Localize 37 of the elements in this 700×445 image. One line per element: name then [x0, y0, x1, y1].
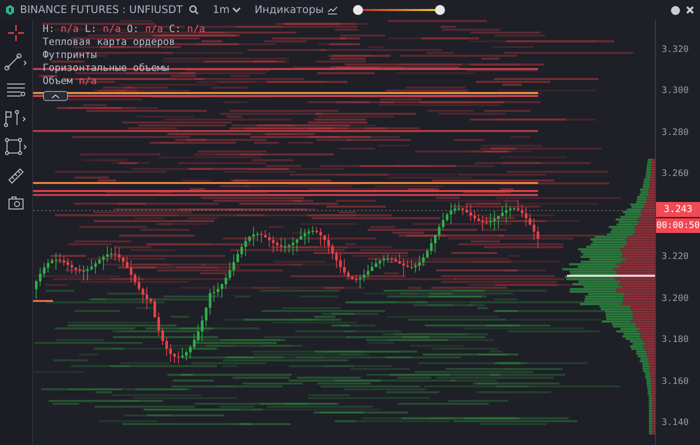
- price-tick: 3.220: [662, 252, 689, 262]
- caret-up-icon: [50, 94, 60, 98]
- indicators-button[interactable]: Индикаторы: [254, 4, 338, 16]
- timeframe-dropdown[interactable]: 1m: [212, 4, 241, 16]
- collapse-button[interactable]: [42, 91, 68, 101]
- current-price-label: 3.243: [656, 202, 700, 217]
- candle-countdown: 00:00:50: [656, 218, 700, 233]
- camera-icon[interactable]: [8, 196, 24, 210]
- ohlc-value: H: n/a: [42, 24, 79, 35]
- indicator-label[interactable]: Объем n/a: [42, 76, 97, 87]
- price-tick: 3.200: [662, 294, 689, 304]
- horizontal-lines-icon[interactable]: [6, 82, 26, 98]
- coin-icon: [6, 5, 14, 15]
- price-tick: 3.300: [662, 86, 689, 96]
- price-tick: 3.160: [662, 376, 689, 387]
- price-tick: 3.180: [662, 335, 689, 346]
- price-tick: 3.260: [662, 169, 689, 180]
- price-tick: 3.320: [662, 45, 689, 55]
- ohlc-value: C: n/a: [169, 24, 206, 35]
- rectangle-icon[interactable]: [4, 138, 28, 156]
- line-chart-icon: [326, 6, 338, 14]
- ohlc-value: O: n/a: [126, 24, 163, 35]
- circle-icon[interactable]: [671, 6, 680, 14]
- ruler-icon[interactable]: [6, 167, 25, 185]
- trend-line-icon[interactable]: [4, 53, 28, 71]
- price-tick: 3.280: [662, 128, 689, 138]
- crosshair-icon[interactable]: [6, 24, 25, 42]
- chevron-down-icon: [232, 7, 241, 13]
- symbol-title: BINANCE FUTURES : UNFIUSDT: [20, 4, 183, 16]
- indicator-label[interactable]: Тепловая карта ордеров: [42, 37, 176, 48]
- range-slider[interactable]: [354, 5, 444, 15]
- close-icon[interactable]: [686, 6, 694, 14]
- price-tick: 3.140: [662, 418, 689, 428]
- flag-pin-icon[interactable]: [4, 109, 28, 127]
- search-icon[interactable]: [188, 5, 199, 15]
- ohlc-value: L: n/a: [84, 24, 121, 35]
- indicator-label[interactable]: Футпринты: [42, 50, 97, 61]
